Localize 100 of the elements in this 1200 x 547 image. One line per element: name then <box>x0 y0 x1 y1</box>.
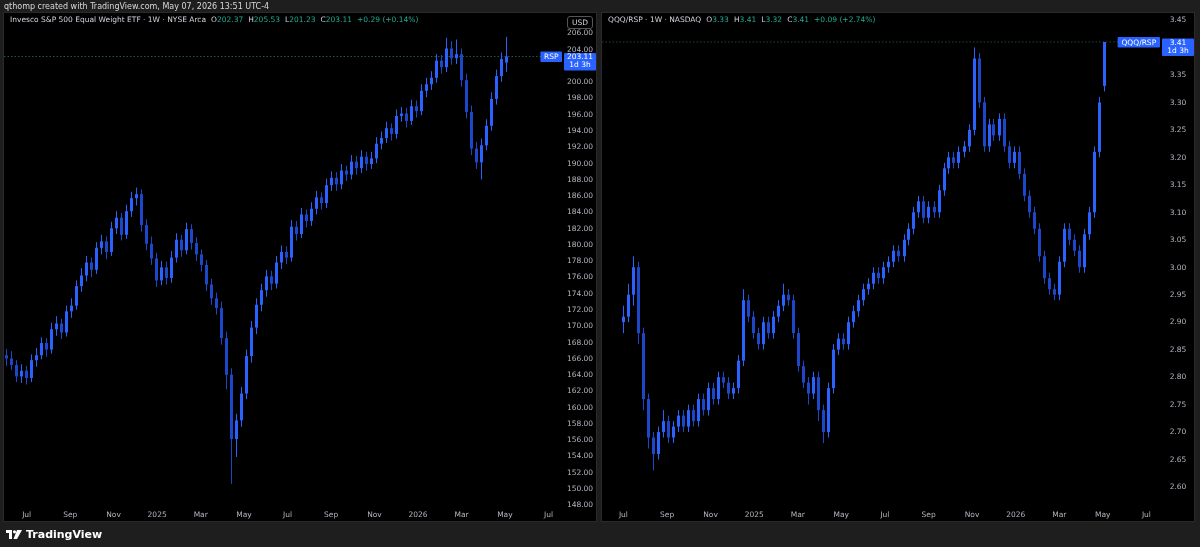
candlestick <box>712 382 715 406</box>
candlestick <box>762 316 765 351</box>
candlestick <box>385 121 388 144</box>
candlestick <box>10 350 13 371</box>
candlestick <box>1023 167 1026 202</box>
candlestick <box>300 207 303 239</box>
candlestick <box>275 255 278 290</box>
candlestick <box>485 118 488 151</box>
candlestick <box>852 305 855 329</box>
candlestick <box>30 353 33 383</box>
candlestick <box>1068 222 1071 246</box>
candlestick <box>672 420 675 444</box>
candlestick <box>410 99 413 126</box>
candlestick <box>667 415 670 444</box>
candlestick <box>767 316 770 340</box>
candlestick <box>75 279 78 311</box>
candlestick <box>697 393 700 428</box>
candlestick <box>205 259 208 292</box>
candlestick <box>1028 189 1031 219</box>
candlestick <box>215 292 218 316</box>
candlestick <box>988 118 991 153</box>
candlestick <box>957 145 960 169</box>
candlestick <box>200 248 203 272</box>
candlestick <box>1088 206 1091 241</box>
candlestick <box>175 232 178 263</box>
candlestick <box>210 278 213 306</box>
candlestick <box>802 360 805 389</box>
candlestick <box>882 261 885 285</box>
candlestick <box>1043 250 1046 285</box>
candlestick <box>150 235 153 266</box>
candlestick <box>752 310 755 340</box>
candlestick <box>265 269 268 298</box>
candlestick <box>115 210 118 235</box>
candlestick <box>435 53 438 84</box>
candlestick <box>822 404 825 444</box>
candlestick <box>677 409 680 433</box>
candlestick <box>837 332 840 356</box>
candlestick <box>425 77 428 98</box>
candlestick <box>857 294 860 318</box>
candlestick <box>85 255 88 282</box>
candlestick <box>757 327 760 351</box>
candlestick <box>892 244 895 268</box>
candlestick <box>922 195 925 224</box>
candlestick <box>255 297 258 335</box>
candlestick <box>657 426 660 461</box>
candlestick <box>682 409 685 433</box>
candlestick <box>847 316 850 351</box>
candlestick <box>772 310 775 340</box>
candlestick <box>280 244 283 270</box>
candlestick <box>495 69 498 106</box>
candlestick <box>375 136 378 164</box>
candlestick <box>652 431 655 472</box>
candlestick <box>350 154 353 180</box>
candlestick <box>927 200 930 224</box>
candlestick <box>505 36 508 73</box>
candlestick <box>445 37 448 73</box>
candlestick <box>455 39 458 65</box>
candlestick <box>100 234 103 255</box>
candlestick <box>1033 206 1036 235</box>
candlestick <box>125 204 128 240</box>
candlestick <box>1018 145 1021 180</box>
candlestick <box>440 54 443 75</box>
candlestick <box>35 347 38 368</box>
candlestick <box>707 382 710 417</box>
candlestick <box>360 149 363 174</box>
candlestick <box>50 322 53 355</box>
candlestick <box>15 359 18 383</box>
candlestick <box>185 222 188 255</box>
candlestick <box>355 155 358 176</box>
candlestick <box>777 299 780 323</box>
candlestick <box>325 178 328 209</box>
candlestick <box>622 305 625 334</box>
candlestick <box>45 337 48 358</box>
candlestick <box>450 40 453 66</box>
candlestick <box>807 376 810 406</box>
candlestick <box>727 376 730 400</box>
candlestick <box>65 305 68 338</box>
candlestick <box>968 123 971 153</box>
candlestick <box>110 221 113 257</box>
candlestick <box>912 206 915 235</box>
candlestick <box>155 252 158 288</box>
candlestick <box>295 220 298 242</box>
candlestick <box>235 413 238 458</box>
candlestick <box>1048 272 1051 296</box>
candlestick <box>872 266 875 290</box>
candlestick <box>80 267 83 293</box>
candlestick <box>120 212 123 242</box>
candlestick <box>420 83 423 116</box>
candlestick <box>190 223 193 250</box>
candlestick <box>992 118 995 142</box>
candlestick <box>1013 145 1016 169</box>
candlestick <box>903 233 906 263</box>
candlestick <box>862 283 865 307</box>
candlestick <box>165 261 168 285</box>
candlestick <box>475 141 478 170</box>
candlestick <box>998 112 1001 142</box>
candlestick <box>180 234 183 258</box>
candlestick <box>315 190 318 215</box>
candlestick <box>938 184 941 219</box>
candlestick <box>907 222 910 246</box>
